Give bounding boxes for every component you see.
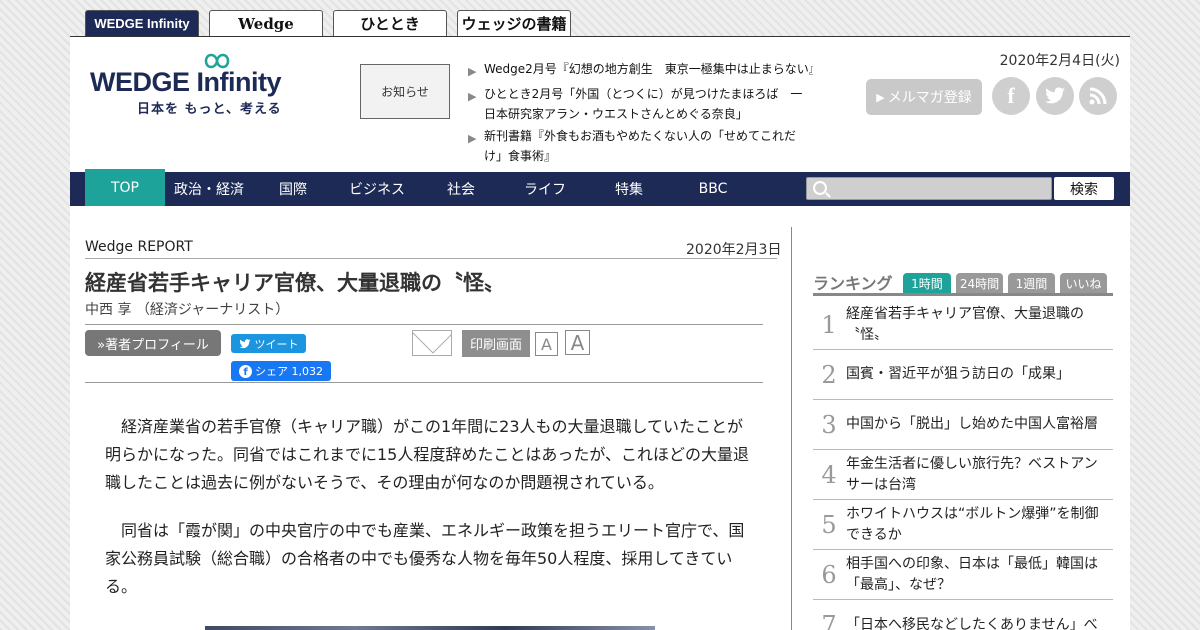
notice-button[interactable]: お知らせ: [360, 64, 450, 119]
twitter-icon[interactable]: [1036, 77, 1074, 115]
ranking-item[interactable]: 4 年金生活者に優しい旅行先？ベストアンサーは台湾: [813, 450, 1113, 500]
ranking-item[interactable]: 7 「日本へ移民などしたくありません」べ: [813, 600, 1113, 630]
article-category[interactable]: Wedge REPORT: [85, 239, 193, 255]
ranking-tab-likes[interactable]: いいね: [1060, 273, 1107, 293]
header-date: 2020年2月4日(火): [999, 53, 1120, 69]
divider: [85, 382, 763, 383]
news-item[interactable]: ▶ Wedge2月号『幻想の地方創生 東京一極集中は止まらない』: [468, 59, 813, 82]
article-date: 2020年2月3日: [686, 242, 782, 258]
ranking-item[interactable]: 2 国賓・習近平が狙う訪日の「成果」: [813, 350, 1113, 400]
column-divider: [791, 227, 792, 630]
article-body: 経済産業省の若手官僚（キャリア職）がこの1年間に23人もの大量退職していたことが…: [105, 413, 750, 621]
tab-hitotoki[interactable]: ひととき: [333, 10, 447, 36]
ranking-tab-1w[interactable]: 1週間: [1008, 273, 1055, 293]
site-logo[interactable]: WEDGE Infinity 日本を もっと、考える: [90, 53, 320, 117]
print-button[interactable]: 印刷画面: [462, 330, 530, 357]
article-title: 経産省若手キャリア官僚、大量退職の〝怪〟: [85, 271, 505, 295]
font-small-button[interactable]: A: [535, 332, 558, 356]
nav-feature[interactable]: 特集: [589, 172, 669, 206]
page-container: WEDGE Infinity 日本を もっと、考える お知らせ ▶ Wedge2…: [70, 36, 1130, 630]
facebook-icon[interactable]: f: [992, 77, 1030, 115]
site-tabs: WEDGE Infinity Wedge ひととき ウェッジの書籍: [85, 10, 571, 36]
article-author: 中西 享 （経済ジャーナリスト）: [85, 302, 290, 318]
article-image: [205, 626, 655, 630]
divider: [85, 324, 763, 325]
mailmag-button[interactable]: ▶ メルマガ登録: [866, 79, 982, 115]
triangle-right-icon: ▶: [468, 65, 477, 78]
nav-politics-economy[interactable]: 政治・経済: [165, 172, 253, 206]
triangle-right-icon: ▶: [468, 132, 477, 145]
logo-tagline: 日本を もっと、考える: [137, 102, 282, 117]
divider: [85, 258, 777, 259]
twitter-icon: [239, 338, 250, 348]
article-paragraph: 同省は「霞が関」の中央官庁の中でも産業、エネルギー政策を担うエリート官庁で、国家…: [105, 521, 745, 596]
ranking-tab-24h[interactable]: 24時間: [956, 273, 1003, 293]
ranking-tab-1h[interactable]: 1時間: [903, 273, 951, 293]
article-paragraph: 経済産業省の若手官僚（キャリア職）がこの1年間に23人もの大量退職していたことが…: [105, 417, 750, 492]
facebook-icon: f: [239, 364, 252, 378]
ranking-title: ランキング: [813, 274, 893, 293]
tab-wedge-infinity[interactable]: WEDGE Infinity: [85, 10, 199, 36]
facebook-share-button[interactable]: f シェア 1,032: [231, 361, 331, 381]
ranking-item[interactable]: 6 相手国への印象、日本は「最低」韓国は「最高」、なぜ？: [813, 550, 1113, 600]
nav-international[interactable]: 国際: [253, 172, 333, 206]
logo-text: WEDGE Infinity: [90, 67, 282, 97]
nav-top[interactable]: TOP: [85, 169, 165, 206]
nav-life[interactable]: ライフ: [501, 172, 589, 206]
author-profile-button[interactable]: »著者プロフィール: [85, 330, 221, 356]
search-button[interactable]: 検索: [1054, 177, 1114, 200]
news-list: ▶ Wedge2月号『幻想の地方創生 東京一極集中は止まらない』 ▶ ひととき2…: [468, 59, 813, 168]
nav-society[interactable]: 社会: [421, 172, 501, 206]
rss-icon[interactable]: [1079, 77, 1117, 115]
nav-business[interactable]: ビジネス: [333, 172, 421, 206]
ranking-item[interactable]: 5 ホワイトハウスは“ボルトン爆弾”を制御できるか: [813, 500, 1113, 550]
tab-books[interactable]: ウェッジの書籍: [457, 10, 571, 36]
main-nav: TOP 政治・経済 国際 ビジネス 社会 ライフ 特集 BBC 検索: [70, 169, 1130, 206]
ranking-item[interactable]: 1 経産省若手キャリア官僚、大量退職の〝怪〟: [813, 300, 1113, 350]
news-item[interactable]: ▶ 新刊書籍『外食もお酒もやめたくない人の「せめてこれだけ」食事術』: [468, 126, 813, 166]
triangle-right-icon: ▶: [468, 90, 477, 103]
nav-bbc[interactable]: BBC: [669, 172, 757, 206]
ranking-header: ランキング 1時間 24時間 1週間 いいね: [813, 270, 1113, 296]
ranking-item[interactable]: 3 中国から「脱出」し始めた中国人富裕層: [813, 400, 1113, 450]
triangle-right-icon: ▶: [876, 90, 885, 104]
search-input[interactable]: [806, 177, 1052, 200]
news-item[interactable]: ▶ ひととき2月号「外国（とつくに）が見つけたまほろば 一日本研究家アラン・ウエ…: [468, 84, 813, 124]
font-large-button[interactable]: A: [565, 330, 590, 355]
tab-wedge[interactable]: Wedge: [209, 10, 323, 36]
search-icon: [813, 181, 827, 195]
mail-icon[interactable]: [412, 330, 452, 356]
tweet-button[interactable]: ツイート: [231, 334, 306, 353]
